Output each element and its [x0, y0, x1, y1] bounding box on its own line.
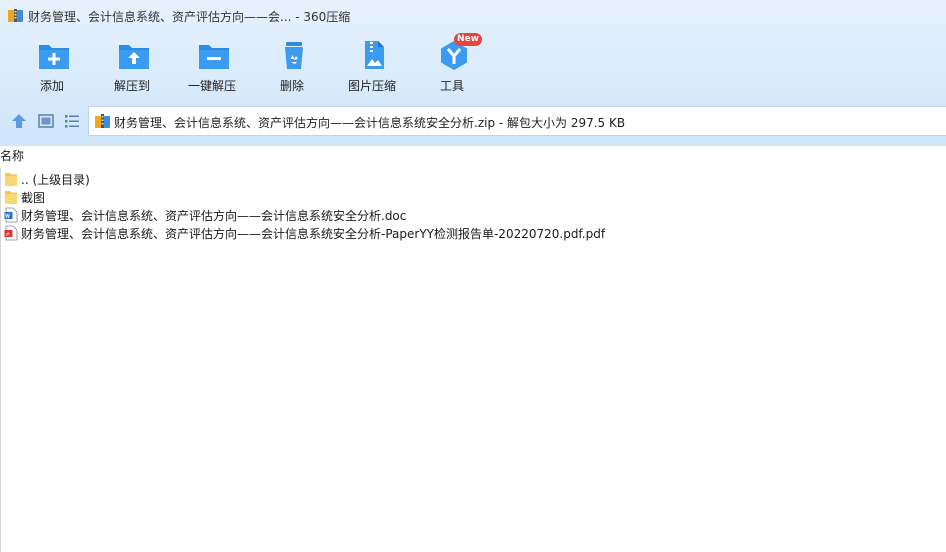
one-click-extract-icon: [199, 45, 229, 69]
folder-icon: [5, 191, 17, 204]
file-name: .. (上级目录): [21, 173, 90, 187]
list-view-icon[interactable]: [63, 112, 81, 130]
word-document-icon: [4, 207, 18, 223]
header: 财务管理、会计信息系统、资产评估方向——会... - 360压缩 添加 解压到: [0, 0, 946, 146]
path-text: 财务管理、会计信息系统、资产评估方向——会计信息系统安全分析.zip - 解包大…: [114, 116, 626, 130]
one-click-extract-button[interactable]: 一键解压: [172, 34, 252, 98]
list-item[interactable]: 截图: [0, 188, 946, 206]
delete-label: 删除: [279, 79, 304, 93]
up-level-icon[interactable]: [10, 112, 28, 130]
pdf-document-icon: [4, 225, 18, 241]
archive-app-icon: [8, 9, 23, 22]
list-item[interactable]: .. (上级目录): [0, 170, 946, 188]
file-name: 截图: [21, 191, 46, 205]
delete-button[interactable]: 删除: [252, 34, 332, 98]
navigation-row: 财务管理、会计信息系统、资产评估方向——会计信息系统安全分析.zip - 解包大…: [0, 106, 946, 136]
tools-button[interactable]: New 工具: [412, 33, 492, 98]
recycle-bin-icon: [285, 42, 303, 69]
window-title: 财务管理、会计信息系统、资产评估方向——会... - 360压缩: [28, 10, 351, 24]
file-name: 财务管理、会计信息系统、资产评估方向——会计信息系统安全分析.doc: [21, 209, 407, 223]
add-button[interactable]: 添加: [12, 34, 92, 98]
add-icon: [39, 45, 69, 69]
image-compress-icon: [365, 41, 384, 69]
new-badge: New: [454, 33, 482, 46]
image-compress-button[interactable]: 图片压缩: [332, 34, 412, 98]
toolbar: 添加 解压到 一键解压 删除 图片压缩 New 工具: [0, 33, 946, 98]
folder-icon: [5, 173, 17, 186]
thumbnail-view-icon[interactable]: [37, 112, 55, 130]
image-compress-label: 图片压缩: [347, 79, 396, 93]
list-item[interactable]: 财务管理、会计信息系统、资产评估方向——会计信息系统安全分析.doc: [0, 206, 946, 224]
extract-to-icon: [119, 45, 149, 69]
path-bar[interactable]: 财务管理、会计信息系统、资产评估方向——会计信息系统安全分析.zip - 解包大…: [88, 106, 946, 136]
column-header-name[interactable]: 名称: [0, 147, 24, 165]
file-list: 名称 .. (上级目录) 截图 财务管理、会计信息系统、资产评估方向——会计信息…: [0, 146, 946, 552]
extract-to-label: 解压到: [113, 79, 150, 93]
list-item[interactable]: 财务管理、会计信息系统、资产评估方向——会计信息系统安全分析-PaperYY检测…: [0, 224, 946, 242]
one-click-extract-label: 一键解压: [187, 79, 236, 93]
tools-label: 工具: [439, 79, 464, 93]
zip-archive-icon: [95, 114, 110, 128]
title-bar: 财务管理、会计信息系统、资产评估方向——会... - 360压缩: [0, 0, 946, 32]
file-name: 财务管理、会计信息系统、资产评估方向——会计信息系统安全分析-PaperYY检测…: [21, 227, 606, 241]
add-label: 添加: [39, 79, 64, 93]
extract-to-button[interactable]: 解压到: [92, 34, 172, 98]
